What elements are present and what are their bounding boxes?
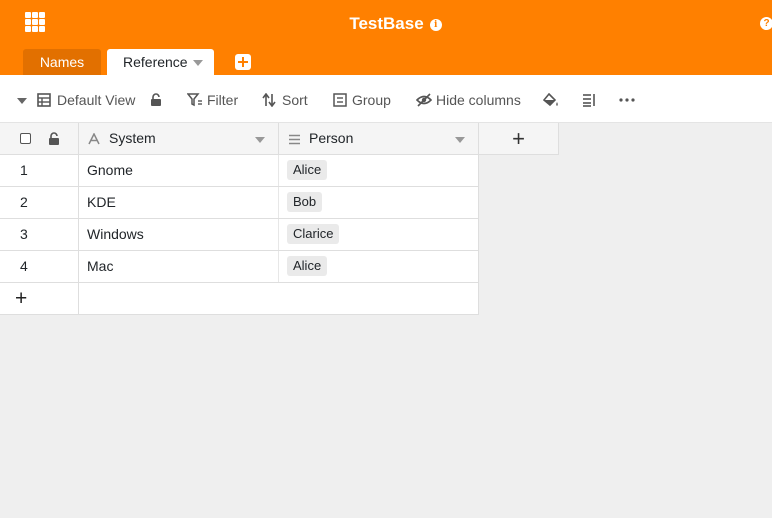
app-header: TestBase i ? Names Reference <box>0 0 772 75</box>
link-chip: Bob <box>287 192 323 212</box>
header-select-cell <box>0 123 79 155</box>
row-number: 1 <box>0 155 79 186</box>
chevron-down-icon[interactable] <box>255 137 265 143</box>
lock-icon[interactable] <box>48 132 60 146</box>
column-header-person[interactable]: Person <box>279 123 479 155</box>
tab-reference[interactable]: Reference <box>107 49 214 75</box>
link-chip: Clarice <box>287 224 340 244</box>
base-title: TestBase <box>349 14 424 33</box>
system-cell[interactable]: Mac <box>79 251 279 282</box>
person-cell[interactable]: Bob <box>279 187 479 218</box>
text-type-icon <box>88 133 100 145</box>
chevron-down-icon[interactable] <box>455 137 465 143</box>
link-chip: Alice <box>287 160 328 180</box>
lock-icon[interactable] <box>150 91 164 109</box>
person-cell[interactable]: Alice <box>279 251 479 282</box>
add-column-button[interactable]: + <box>479 123 559 155</box>
sort-label: Sort <box>282 92 308 108</box>
column-name-person: Person <box>309 130 354 146</box>
tab-reference-label: Reference <box>123 54 188 70</box>
sort-button[interactable]: Sort <box>262 91 312 109</box>
table-row[interactable]: 3 Windows Clarice <box>0 219 479 251</box>
group-label: Group <box>352 92 391 108</box>
select-all-checkbox[interactable] <box>20 133 31 144</box>
sort-icon <box>262 93 276 107</box>
person-cell[interactable]: Clarice <box>279 219 479 250</box>
table-row[interactable]: 2 KDE Bob <box>0 187 479 219</box>
filter-icon <box>187 93 202 107</box>
system-cell[interactable]: KDE <box>79 187 279 218</box>
system-cell[interactable]: Windows <box>79 219 279 250</box>
eye-slash-icon <box>416 93 432 107</box>
group-button[interactable]: Group <box>333 91 395 109</box>
tab-names-label: Names <box>39 54 85 70</box>
column-name-system: System <box>109 130 156 146</box>
link-type-icon <box>289 134 300 145</box>
filter-label: Filter <box>207 92 239 108</box>
base-title-bar: TestBase i <box>0 14 772 34</box>
table-row[interactable]: 1 Gnome Alice <box>0 155 479 187</box>
more-options-icon[interactable] <box>619 91 637 109</box>
table-view-icon <box>37 93 51 107</box>
row-number: 3 <box>0 219 79 250</box>
add-column-symbol: + <box>512 126 525 151</box>
view-label: Default View <box>57 92 136 108</box>
views-dropdown-icon[interactable] <box>16 91 28 109</box>
add-row-symbol: + <box>0 283 79 314</box>
tab-names[interactable]: Names <box>23 49 101 75</box>
column-header-system[interactable]: System <box>79 123 279 155</box>
chevron-down-icon[interactable] <box>192 60 203 66</box>
row-number: 2 <box>0 187 79 218</box>
hide-columns-label: Hide columns <box>436 92 521 108</box>
link-chip: Alice <box>287 256 328 276</box>
view-selector[interactable]: Default View <box>37 91 137 109</box>
group-icon <box>333 93 347 107</box>
table-row[interactable]: 4 Mac Alice <box>0 251 479 283</box>
add-table-button[interactable] <box>235 54 251 70</box>
hide-columns-button[interactable]: Hide columns <box>416 91 524 109</box>
toolbar: Default View Filter Sort Group Hide colu… <box>0 75 772 123</box>
filter-button[interactable]: Filter <box>187 91 242 109</box>
row-height-icon[interactable] <box>582 91 598 109</box>
info-icon[interactable]: i <box>429 19 442 31</box>
add-row-button[interactable]: + <box>0 283 479 315</box>
paint-bucket-icon[interactable] <box>543 91 559 109</box>
row-number: 4 <box>0 251 79 282</box>
system-cell[interactable]: Gnome <box>79 155 279 186</box>
person-cell[interactable]: Alice <box>279 155 479 186</box>
help-icon[interactable]: ? <box>760 17 772 30</box>
